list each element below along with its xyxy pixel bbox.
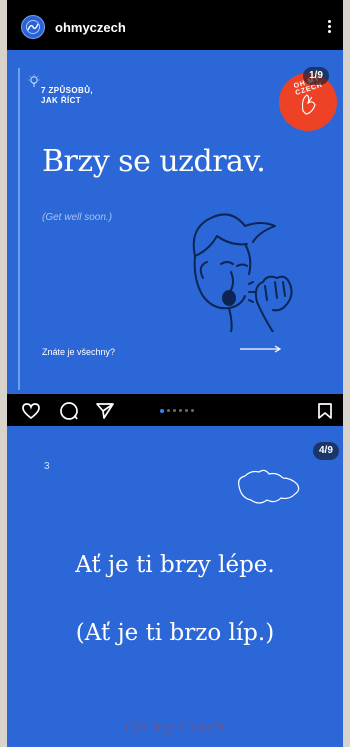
watermark: Oh my Czech bbox=[124, 718, 226, 736]
slide-translation: (Get well soon.) bbox=[42, 212, 113, 223]
bookmark-icon[interactable] bbox=[317, 402, 333, 420]
carousel-dot bbox=[179, 409, 182, 412]
slide-counter: 4/9 bbox=[313, 442, 339, 460]
more-vertical-icon[interactable] bbox=[323, 20, 335, 36]
kicker-line-1: 7 ZPŮSOBŮ, bbox=[41, 86, 94, 95]
instagram-post: ohmyczech 7 ZPŮSOBŮ, JAK ŘÍCT OH MY CZEC… bbox=[7, 0, 343, 747]
arrow-right-icon bbox=[240, 345, 282, 353]
share-icon[interactable] bbox=[95, 402, 115, 420]
post-header: ohmyczech bbox=[7, 0, 343, 50]
carousel-slide-2[interactable]: 3 4/9 Ať je ti brzy lépe. (Ať je ti brzo… bbox=[7, 426, 343, 747]
slide-headline: Brzy se uzdrav. bbox=[42, 144, 266, 179]
carousel-dot bbox=[167, 409, 170, 412]
profile-logo-icon bbox=[26, 20, 40, 34]
comment-icon[interactable] bbox=[59, 402, 79, 420]
post-action-bar bbox=[7, 394, 343, 426]
slide-cta: Znáte je všechny? bbox=[42, 347, 116, 357]
slide-counter: 1/9 bbox=[303, 67, 329, 85]
slide-headline: Ať je ti brzy lépe. bbox=[75, 552, 275, 578]
carousel-dot bbox=[191, 409, 194, 412]
slide-accent-line bbox=[18, 68, 20, 390]
carousel-dot bbox=[185, 409, 188, 412]
slide-number: 3 bbox=[44, 461, 50, 472]
kicker-line-2: JAK ŘÍCT bbox=[41, 96, 82, 105]
heart-icon[interactable] bbox=[21, 402, 41, 420]
carousel-dot bbox=[160, 409, 164, 413]
slide-kicker: 7 ZPŮSOBŮ, JAK ŘÍCT bbox=[41, 86, 93, 106]
carousel-slide-1[interactable]: 7 ZPŮSOBŮ, JAK ŘÍCT OH MY CZECH 1/9 Brzy… bbox=[7, 50, 343, 394]
slide-headline-alt: (Ať je ti brzo líp.) bbox=[75, 620, 275, 646]
sick-person-illustration bbox=[192, 213, 293, 332]
carousel-dot bbox=[173, 409, 176, 412]
avatar[interactable] bbox=[21, 15, 45, 39]
lightbulb-icon bbox=[28, 74, 40, 87]
carousel-indicator bbox=[160, 409, 197, 413]
czech-map-outline bbox=[238, 469, 300, 504]
username[interactable]: ohmyczech bbox=[55, 20, 126, 35]
